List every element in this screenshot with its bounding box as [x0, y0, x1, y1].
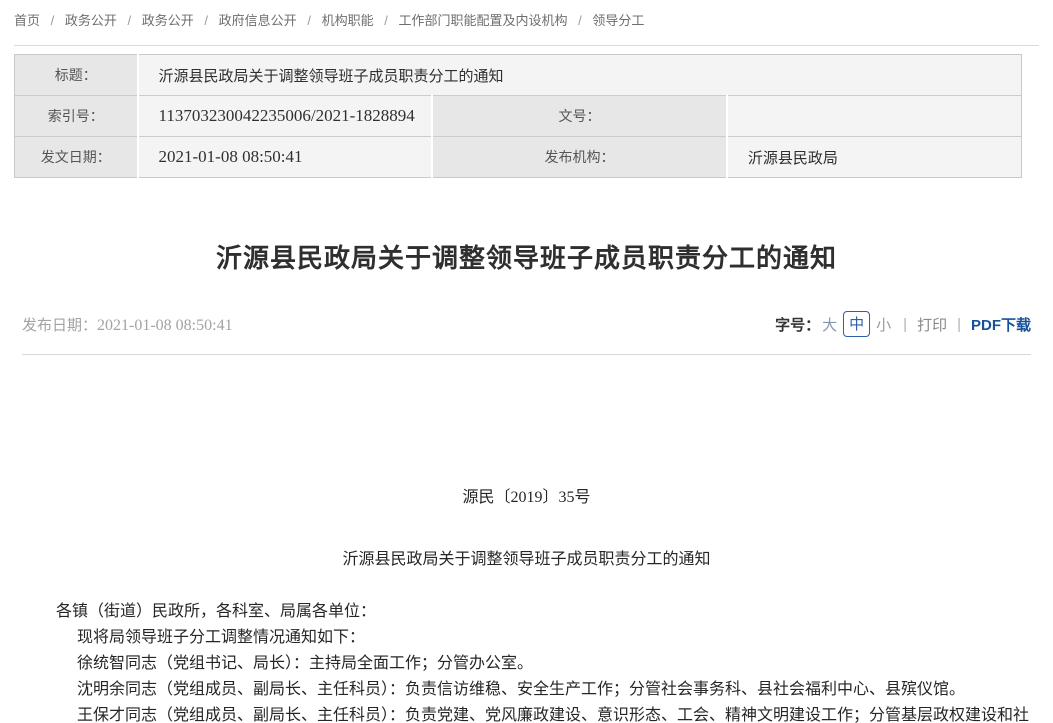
breadcrumb-item-home[interactable]: 首页	[14, 13, 40, 28]
document-info-table: 标题： 沂源县民政局关于调整领导班子成员职责分工的通知 索引号： 1137032…	[14, 54, 1022, 178]
breadcrumb-separator: /	[51, 13, 55, 28]
pdf-download-button[interactable]: PDF下载	[971, 314, 1031, 335]
breadcrumb: 首页 / 政务公开 / 政务公开 / 政府信息公开 / 机构职能 / 工作部门职…	[0, 0, 1053, 41]
breadcrumb-separator: /	[128, 13, 132, 28]
page-title: 沂源县民政局关于调整领导班子成员职责分工的通知	[22, 238, 1031, 275]
table-row-index: 索引号： 113703230042235006/2021-1828894 文号：	[15, 96, 1022, 137]
font-size-large-button[interactable]: 大	[822, 314, 837, 335]
table-row-date: 发文日期： 2021-01-08 08:50:41 发布机构： 沂源县民政局	[15, 137, 1022, 178]
paragraph-salutation: 各镇（街道）民政所，各科室、局属各单位：	[56, 599, 1040, 625]
publish-date-label: 发布日期：	[22, 317, 97, 334]
font-size-label: 字号：	[775, 314, 820, 335]
date-value-cell: 2021-01-08 08:50:41	[138, 137, 433, 178]
index-label-cell: 索引号：	[15, 96, 138, 137]
document-title: 沂源县民政局关于调整领导班子成员职责分工的通知	[0, 545, 1053, 569]
font-size-small-button[interactable]: 小	[876, 314, 891, 335]
date-label-cell: 发文日期：	[15, 137, 138, 178]
breadcrumb-separator: /	[384, 13, 388, 28]
title-label-cell: 标题：	[15, 55, 138, 96]
title-value-cell: 沂源县民政局关于调整领导班子成员职责分工的通知	[138, 55, 1022, 96]
paragraph: 沈明余同志（党组成员、副局长、主任科员）：负责信访维稳、安全生产工作；分管社会事…	[56, 677, 1040, 703]
toolbar-separator: |	[903, 316, 907, 333]
breadcrumb-separator: /	[307, 13, 311, 28]
document-number: 源民〔2019〕35号	[0, 483, 1053, 507]
docnum-value-cell	[727, 96, 1022, 137]
breadcrumb-separator: /	[578, 13, 582, 28]
breadcrumb-item-zwgk1[interactable]: 政务公开	[65, 13, 117, 28]
docnum-label-cell: 文号：	[432, 96, 727, 137]
font-size-medium-button[interactable]: 中	[843, 311, 870, 337]
breadcrumb-item-info-disclosure[interactable]: 政府信息公开	[219, 13, 297, 28]
breadcrumb-item-functions[interactable]: 机构职能	[322, 13, 374, 28]
breadcrumb-item-dept-config[interactable]: 工作部门职能配置及内设机构	[398, 13, 567, 28]
document-paragraphs: 各镇（街道）民政所，各科室、局属各单位： 现将局领导班子分工调整情况通知如下： …	[56, 599, 1040, 723]
breadcrumb-separator: /	[204, 13, 208, 28]
paragraph: 王保才同志（党组成员、副局长、主任科员）：负责党建、党风廉政建设、意识形态、工会…	[56, 703, 1040, 723]
article-meta-row: 发布日期：2021-01-08 08:50:41 字号： 大 中 小 | 打印 …	[22, 311, 1031, 337]
breadcrumb-divider	[14, 45, 1039, 46]
publish-date-value: 2021-01-08 08:50:41	[97, 317, 233, 334]
document-body: 源民〔2019〕35号 沂源县民政局关于调整领导班子成员职责分工的通知 各镇（街…	[0, 483, 1053, 723]
publish-date: 发布日期：2021-01-08 08:50:41	[22, 314, 233, 335]
table-row-title: 标题： 沂源县民政局关于调整领导班子成员职责分工的通知	[15, 55, 1022, 96]
content-divider	[22, 354, 1031, 355]
paragraph: 现将局领导班子分工调整情况通知如下：	[56, 625, 1040, 651]
index-value-cell: 113703230042235006/2021-1828894	[138, 96, 433, 137]
breadcrumb-item-current: 领导分工	[592, 13, 644, 28]
article-toolbar: 字号： 大 中 小 | 打印 | PDF下载	[775, 311, 1031, 337]
agency-value-cell: 沂源县民政局	[727, 137, 1022, 178]
agency-label-cell: 发布机构：	[432, 137, 727, 178]
toolbar-separator: |	[957, 316, 961, 333]
paragraph: 徐统智同志（党组书记、局长）：主持局全面工作；分管办公室。	[56, 651, 1040, 677]
print-button[interactable]: 打印	[917, 314, 947, 335]
breadcrumb-item-zwgk2[interactable]: 政务公开	[142, 13, 194, 28]
